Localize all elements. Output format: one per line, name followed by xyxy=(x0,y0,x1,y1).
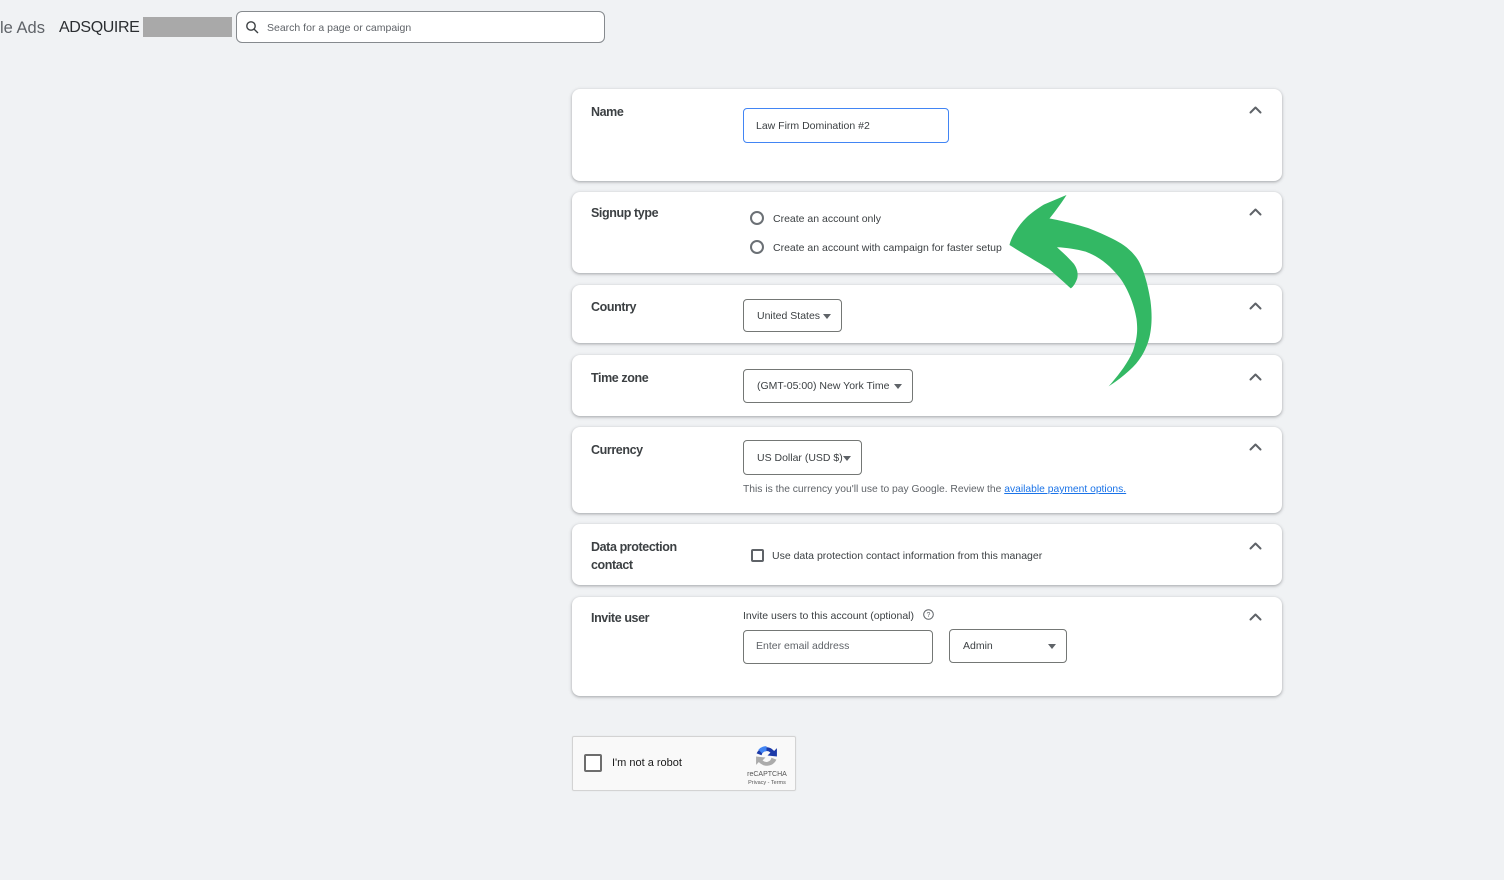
svg-text:?: ? xyxy=(927,612,931,619)
